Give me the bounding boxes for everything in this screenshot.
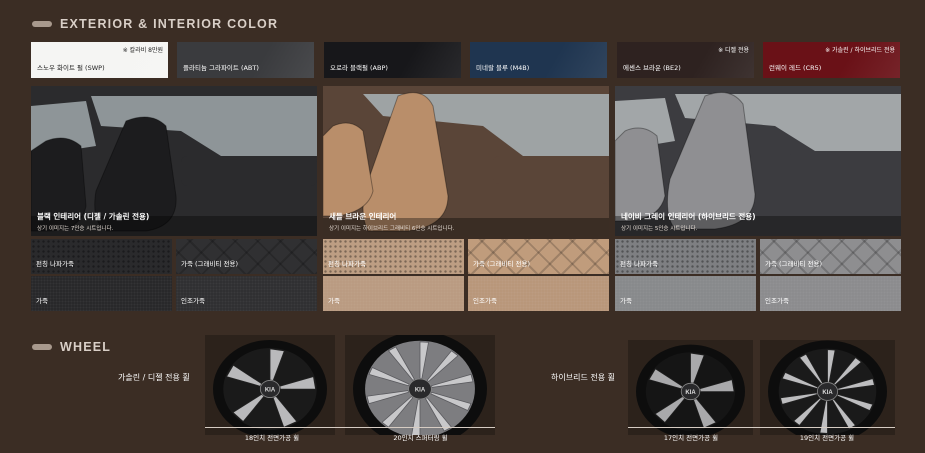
texture-punching-nappa: 펀칭 나파가죽 [615, 239, 756, 274]
wheel-18-inch: KIA [205, 335, 335, 435]
interior-subtitle: 상기 이미지는 5인승 시트입니다. [621, 226, 698, 232]
wheel-caption: 20인치 스퍼터링 휠 [393, 434, 448, 442]
hybrid-wheel-label: 하이브리드 전용 휠 [551, 373, 615, 382]
interior-photo: 네이비 그레이 인테리어 (하이브리드 전용) 상기 이미지는 5인승 시트입니… [615, 86, 901, 236]
interior-subtitle: 상기 이미지는 7인승 시트입니다. [37, 226, 114, 232]
gas-diesel-wheel-label: 가솔린 / 디젤 전용 휠 [118, 373, 190, 382]
swatch-name: 미네랄 블루 (M4B) [476, 64, 530, 72]
swatch-note: ※ 칼라비 8만원 [122, 47, 163, 54]
texture-leather: 가죽 [615, 276, 756, 311]
wheel-20-inch-icon: KIA [353, 335, 487, 435]
interior-panel-saddle-brown: 새들 브라운 인테리어 상기 이미지는 하이브리드 그래비티 6인승 시트입니다… [323, 86, 609, 311]
exterior-swatch-platinum-graphite[interactable]: 플라티늄 그라파이트 (ABT) [177, 42, 314, 78]
texture-artificial-leather: 인조가죽 [760, 276, 901, 311]
texture-leather-gravity: 가죽 (그래비티 전용) [468, 239, 609, 274]
wheel-baseline [628, 427, 895, 428]
swatch-note: ※ 디젤 전용 [718, 47, 749, 54]
wheel-20-inch: KIA [345, 335, 495, 435]
wheel-caption: 18인치 전면가공 휠 [244, 434, 300, 442]
texture-leather-gravity: 가죽 (그래비티 전용) [176, 239, 317, 274]
exterior-swatch-aurora-black[interactable]: 오로라 블랙펄 (ABP) [324, 42, 461, 78]
texture-artificial-leather: 인조가죽 [176, 276, 317, 311]
wheel-19-inch: KIA [760, 340, 895, 435]
wheel-caption: 19인치 전면가공 휠 [799, 434, 855, 442]
texture-punching-nappa: 펀칭 나파가죽 [323, 239, 464, 274]
wheel-19-inch-icon: KIA [768, 340, 887, 435]
interior-photo: 블랙 인테리어 (디젤 / 가솔린 전용) 상기 이미지는 7인승 시트입니다. [31, 86, 317, 236]
exterior-swatch-essence-brown[interactable]: ※ 디젤 전용 에센스 브라운 (BE2) [617, 42, 754, 78]
swatch-name: 스노우 화이트 펄 (SWP) [37, 64, 105, 72]
exterior-swatch-runway-red[interactable]: ※ 가솔린 / 하이브리드 전용 런웨이 레드 (CR5) [763, 42, 900, 78]
swatch-note: ※ 가솔린 / 하이브리드 전용 [825, 47, 895, 54]
texture-artificial-leather: 인조가죽 [468, 276, 609, 311]
texture-punching-nappa: 펀칭 나파가죽 [31, 239, 172, 274]
interior-panel-navy-gray: 네이비 그레이 인테리어 (하이브리드 전용) 상기 이미지는 5인승 시트입니… [615, 86, 901, 311]
wheel-17-inch-icon: KIA [636, 344, 745, 435]
wheel-section-title: WHEEL [32, 340, 111, 354]
exterior-swatch-snow-white[interactable]: ※ 칼라비 8만원 스노우 화이트 펄 (SWP) [31, 42, 168, 78]
kia-logo: KIA [685, 390, 696, 396]
wheel-caption: 17인치 전면가공 휠 [663, 434, 719, 442]
swatch-name: 오로라 블랙펄 (ABP) [330, 64, 388, 72]
exterior-color-swatches: ※ 칼라비 8만원 스노우 화이트 펄 (SWP) 플라티늄 그라파이트 (AB… [31, 42, 901, 78]
kia-logo: KIA [265, 388, 276, 394]
interior-panel-black: 블랙 인테리어 (디젤 / 가솔린 전용) 상기 이미지는 7인승 시트입니다.… [31, 86, 317, 311]
color-section-title: EXTERIOR & INTERIOR COLOR [32, 17, 278, 31]
interior-subtitle: 상기 이미지는 하이브리드 그래비티 6인승 시트입니다. [329, 226, 455, 232]
wheel-baseline [205, 427, 495, 428]
wheel-17-inch: KIA [628, 340, 753, 435]
kia-logo: KIA [415, 388, 426, 394]
interior-photo: 새들 브라운 인테리어 상기 이미지는 하이브리드 그래비티 6인승 시트입니다… [323, 86, 609, 236]
texture-leather-gravity: 가죽 (그래비티 전용) [760, 239, 901, 274]
swatch-name: 플라티늄 그라파이트 (ABT) [183, 64, 259, 72]
section-marker-icon [32, 21, 52, 27]
interior-title: 새들 브라운 인테리어 [329, 212, 397, 221]
swatch-name: 런웨이 레드 (CR5) [769, 64, 822, 72]
exterior-swatch-mineral-blue[interactable]: 미네랄 블루 (M4B) [470, 42, 607, 78]
interior-title: 네이비 그레이 인테리어 (하이브리드 전용) [621, 212, 756, 221]
wheel-18-inch-icon: KIA [213, 339, 327, 435]
interior-title: 블랙 인테리어 (디젤 / 가솔린 전용) [37, 212, 150, 221]
texture-leather: 가죽 [323, 276, 464, 311]
texture-leather: 가죽 [31, 276, 172, 311]
section-marker-icon [32, 344, 52, 350]
kia-logo: KIA [822, 390, 833, 396]
swatch-name: 에센스 브라운 (BE2) [623, 64, 681, 72]
